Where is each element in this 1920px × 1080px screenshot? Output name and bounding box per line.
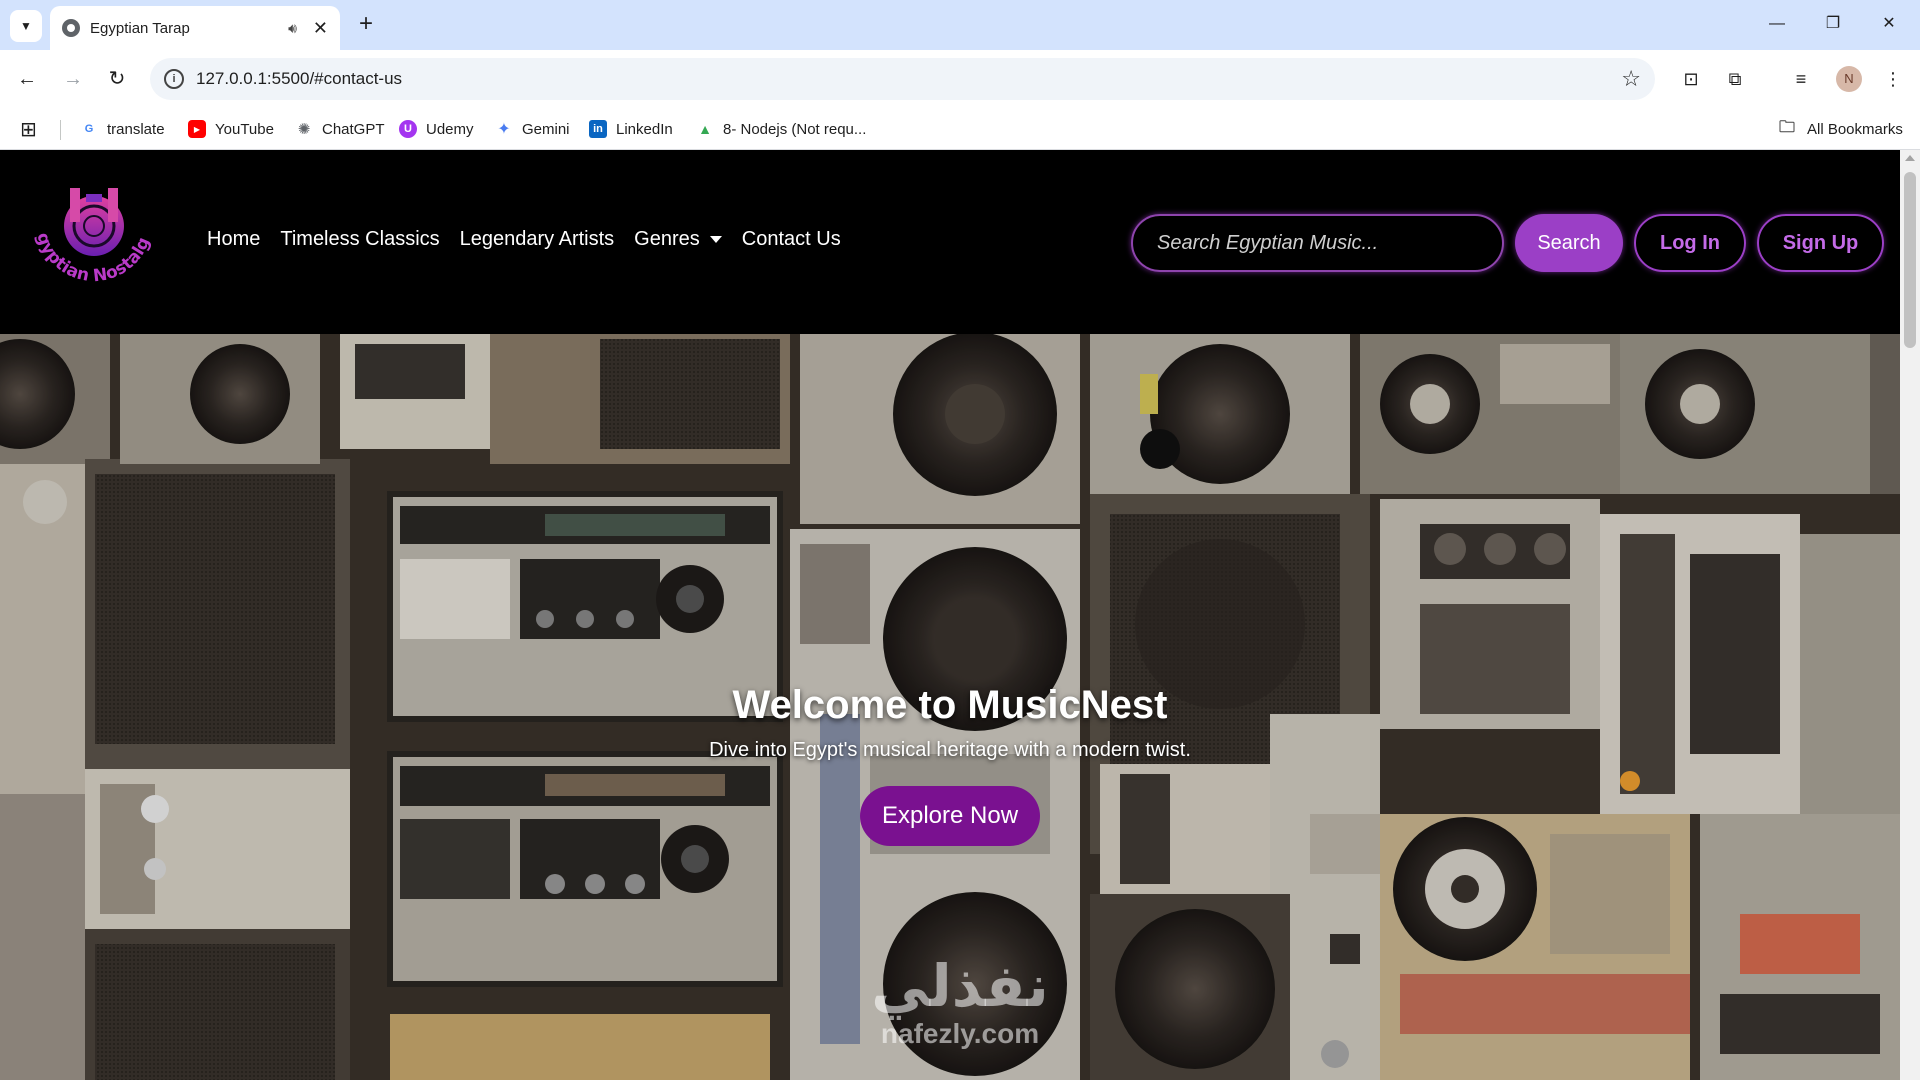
extensions-icon[interactable]: ⧉ — [1722, 66, 1748, 92]
bookmark-linkedin[interactable]: in LinkedIn — [589, 108, 673, 150]
music-search-input[interactable] — [1131, 214, 1504, 272]
browser-toolbar: ← → ↻ i 127.0.0.1:5500/#contact-us ☆ ⊡ ⧉… — [0, 50, 1920, 108]
apps-grid-icon[interactable]: ⊞ — [20, 108, 37, 150]
menu-kebab-icon[interactable]: ⋮ — [1880, 66, 1906, 92]
site-logo[interactable]: Egyptian Nostalgia — [18, 163, 164, 308]
nav-timeless-classics[interactable]: Timeless Classics — [280, 228, 439, 251]
linkedin-icon: in — [589, 120, 607, 138]
close-window-icon[interactable]: ✕ — [1866, 8, 1912, 40]
bookmark-gemini[interactable]: ✦ Gemini — [495, 108, 570, 150]
bookmark-label: ChatGPT — [322, 120, 385, 138]
scroll-up-arrow-icon[interactable] — [1905, 155, 1915, 161]
bookmarks-bar: ⊞ Gtranslate ▶ YouTube ✺ ChatGPT U Udemy ✦ G… — [0, 108, 1920, 150]
scrollbar-thumb[interactable] — [1904, 172, 1916, 348]
bookmark-label: LinkedIn — [616, 120, 673, 138]
bookmark-label: Gemini — [522, 120, 570, 138]
watermark-domain-text: nafezly.com — [880, 1018, 1040, 1049]
youtube-icon: ▶ — [188, 120, 206, 138]
watermark: نفذلي nafezly.com — [840, 954, 1080, 1050]
restore-icon[interactable]: ❐ — [1810, 8, 1856, 40]
chatgpt-icon: ✺ — [297, 121, 311, 138]
login-button[interactable]: Log In — [1634, 214, 1746, 272]
site-info-icon[interactable]: i — [164, 69, 184, 89]
url-text[interactable]: 127.0.0.1:5500/#contact-us — [196, 69, 402, 89]
gemini-icon: ✦ — [497, 121, 511, 138]
bookmark-udemy[interactable]: U Udemy — [399, 108, 474, 150]
explore-now-button[interactable]: Explore Now — [860, 786, 1040, 846]
folder-icon: 🗀︎ — [1778, 118, 1795, 136]
bookmark-label: YouTube — [215, 120, 274, 138]
tab-title: Egyptian Tarap — [90, 19, 190, 37]
site-navbar: Egyptian Nostalgia Home Timeless Classic… — [0, 150, 1900, 334]
new-tab-button[interactable]: + — [352, 10, 380, 38]
page-viewport: Egyptian Nostalgia Home Timeless Classic… — [0, 150, 1900, 1080]
hero-section: Welcome to MusicNest Dive into Egypt's m… — [0, 334, 1900, 1080]
back-icon[interactable]: ← — [12, 64, 42, 94]
caret-down-icon — [709, 236, 722, 244]
nav-home[interactable]: Home — [207, 228, 260, 251]
hero-subtitle: Dive into Egypt's musical heritage with … — [709, 739, 1191, 761]
screenshot-icon[interactable]: ⊡ — [1678, 66, 1704, 92]
all-bookmarks-label: All Bookmarks — [1807, 120, 1903, 138]
nav-contact-us[interactable]: Contact Us — [742, 228, 841, 251]
all-bookmarks-button[interactable]: 🗀︎ All Bookmarks — [1776, 108, 1903, 150]
tab-search-button[interactable]: ▼ — [10, 10, 42, 42]
bookmark-label: 8- Nodejs (Not requ... — [723, 120, 867, 138]
profile-avatar[interactable]: N — [1836, 66, 1862, 92]
udemy-icon: U — [399, 120, 417, 138]
reload-icon[interactable]: ↻ — [102, 64, 132, 94]
google-translate-icon: G — [84, 123, 94, 135]
bookmark-translate[interactable]: Gtranslate — [80, 108, 165, 150]
bookmarks-divider — [60, 120, 61, 140]
address-bar[interactable]: i 127.0.0.1:5500/#contact-us ☆ — [150, 58, 1655, 100]
google-drive-icon: ▲ — [698, 121, 712, 137]
bookmark-star-icon[interactable]: ☆ — [1621, 66, 1641, 92]
globe-icon — [62, 19, 80, 37]
close-tab-icon[interactable]: ✕ — [313, 18, 328, 39]
nav-genres-dropdown[interactable]: Genres — [634, 228, 722, 251]
minimize-icon[interactable]: — — [1754, 8, 1800, 40]
browser-tab-strip: ▼ Egyptian Tarap 🔊︎ ✕ + — ❐ ✕ — [0, 0, 1920, 50]
nav-legendary-artists[interactable]: Legendary Artists — [460, 228, 615, 251]
main-nav: Home Timeless Classics Legendary Artists… — [207, 228, 841, 251]
active-tab[interactable]: Egyptian Tarap 🔊︎ ✕ — [50, 6, 340, 50]
search-button[interactable]: Search — [1515, 214, 1623, 272]
bookmark-chatgpt[interactable]: ✺ ChatGPT — [295, 108, 385, 150]
watermark-arabic-text: نفذلي — [871, 952, 1049, 1020]
bookmark-label: translate — [107, 120, 165, 138]
media-control-icon[interactable]: ≡ — [1788, 66, 1814, 92]
page-scrollbar[interactable] — [1900, 150, 1920, 1080]
bookmark-youtube[interactable]: ▶ YouTube — [188, 108, 274, 150]
forward-icon[interactable]: → — [58, 64, 88, 94]
signup-button[interactable]: Sign Up — [1757, 214, 1884, 272]
bookmark-label: Udemy — [426, 120, 474, 138]
nav-genres-label: Genres — [634, 228, 700, 250]
speaker-icon[interactable]: 🔊︎ — [288, 20, 297, 37]
hero-title: Welcome to MusicNest — [732, 683, 1168, 727]
bookmark-nodejs-drive[interactable]: ▲ 8- Nodejs (Not requ... — [696, 108, 866, 150]
